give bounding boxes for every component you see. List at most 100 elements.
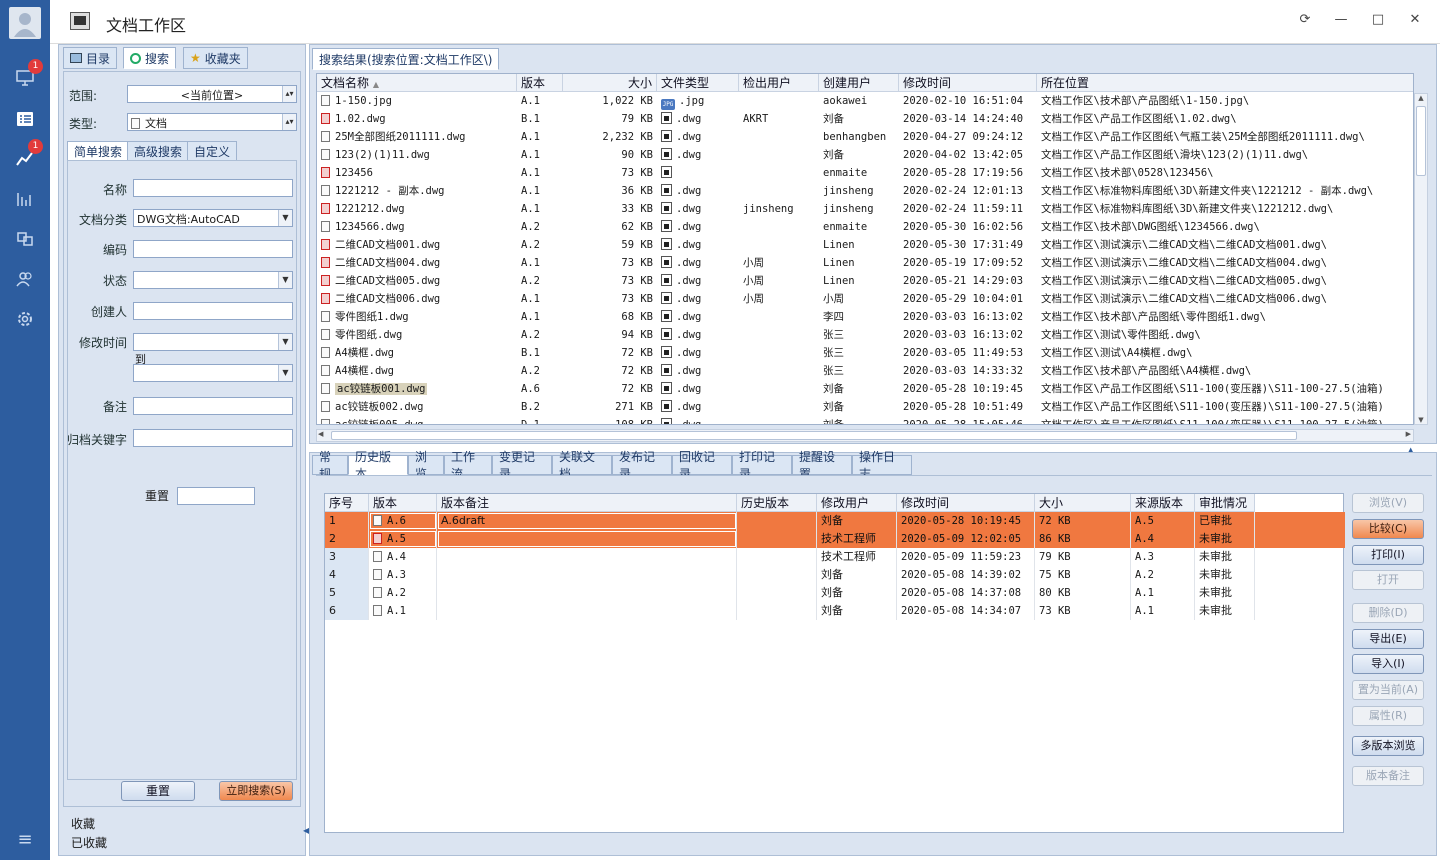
history-action-button-10[interactable]: 版本备注 <box>1352 766 1424 786</box>
minimize-icon[interactable]: — <box>1329 10 1353 30</box>
result-row[interactable]: 1-150.jpg A.1 1,022 KB JPG .jpg aokawei 2020-0… <box>317 92 1413 110</box>
history-col-3[interactable]: 历史版本 <box>737 494 817 512</box>
maximize-icon[interactable]: □ <box>1366 10 1390 30</box>
history-row[interactable]: 1 A.6 A.6draft 刘备 2020-05-28 10:19:45 72 KB A.… <box>325 512 1345 530</box>
tab-search-results[interactable]: 搜索结果(搜索位置:文档工作区\) <box>312 48 500 70</box>
col-creator[interactable]: 创建用户 <box>819 74 899 92</box>
category-select[interactable]: DWG文档:AutoCAD ▼ <box>133 209 293 227</box>
detail-tab-8[interactable]: 打印记录 <box>732 450 792 481</box>
history-row[interactable]: 5 A.2 刘备 2020-05-08 14:37:08 80 KB A.1 未审批 <box>325 584 1255 602</box>
creator-input[interactable] <box>133 302 293 320</box>
detail-tab-6[interactable]: 发布记录 <box>612 450 672 481</box>
history-row[interactable]: 6 A.1 刘备 2020-05-08 14:34:07 73 KB A.1 未审批 <box>325 602 1255 620</box>
results-vscrollbar[interactable]: ▲ ▼ <box>1414 93 1428 425</box>
result-row[interactable]: 二维CAD文档006.dwg A.1 73 KB .dwg 小周 小周 2020-05-29… <box>317 290 1413 308</box>
scroll-down-icon[interactable]: ▼ <box>1415 416 1427 424</box>
history-row[interactable]: 4 A.3 刘备 2020-05-08 14:39:02 75 KB A.2 未审批 <box>325 566 1255 584</box>
detail-tab-4[interactable]: 变更记录 <box>492 450 552 481</box>
history-row[interactable]: 2 A.5 技术工程师 2020-05-09 12:02:05 86 KB A.4 未审批 <box>325 530 1345 548</box>
history-col-6[interactable]: 大小 <box>1035 494 1131 512</box>
menu-nav-button[interactable]: ≡ <box>0 821 50 857</box>
detail-tab-7[interactable]: 回收记录 <box>672 450 732 481</box>
history-action-button-3[interactable]: 打开 <box>1352 570 1424 590</box>
result-row[interactable]: 二维CAD文档004.dwg A.1 73 KB .dwg 小周 Linen 2020-05… <box>317 254 1413 272</box>
tab-search[interactable]: 搜索 <box>123 47 177 69</box>
result-row[interactable]: 二维CAD文档005.dwg A.2 73 KB .dwg 小周 Linen 2020-05… <box>317 272 1413 290</box>
scope-select[interactable]: <当前位置> ▴▾ <box>127 85 297 103</box>
detail-tab-1[interactable]: 历史版本 <box>348 450 408 481</box>
detail-tab-2[interactable]: 浏览 <box>408 450 444 481</box>
result-row[interactable]: A4横框.dwg B.1 72 KB .dwg 张三 2020-03-05 11:49:5… <box>317 344 1413 362</box>
history-action-button-0[interactable]: 浏览(V) <box>1352 493 1424 513</box>
scroll-right-icon[interactable]: ▶ <box>1406 430 1411 438</box>
history-action-button-7[interactable]: 置为当前(A) <box>1352 680 1424 700</box>
sync-nav-button[interactable] <box>0 221 50 257</box>
history-row[interactable]: 3 A.4 技术工程师 2020-05-09 11:59:23 79 KB A.3 未审批 <box>325 548 1255 566</box>
detail-tab-10[interactable]: 操作日志 <box>852 450 912 481</box>
status-select[interactable]: ▼ <box>133 271 293 289</box>
col-path[interactable]: 所在位置 <box>1037 74 1413 92</box>
detail-tab-0[interactable]: 常规 <box>312 450 348 481</box>
tab-advanced-search[interactable]: 高级搜索 <box>127 141 190 161</box>
result-row[interactable]: 123(2)(1)11.dwg A.1 90 KB .dwg 刘备 2020-04-02 … <box>317 146 1413 164</box>
hscroll-thumb[interactable] <box>331 431 1297 440</box>
results-hscrollbar[interactable]: ◀ ▶ <box>316 429 1414 442</box>
result-row[interactable]: 1234566.dwg A.2 62 KB .dwg enmaite 2020-05-30… <box>317 218 1413 236</box>
user-avatar[interactable] <box>9 7 41 39</box>
vscroll-thumb[interactable] <box>1416 106 1426 176</box>
col-name[interactable]: 文档名称 ▲ <box>317 74 517 92</box>
result-row[interactable]: 123456 A.1 73 KB enmaite 2020-05-28 17:19:56… <box>317 164 1413 182</box>
result-row[interactable]: 零件图纸.dwg A.2 94 KB .dwg 张三 2020-03-03 16:13:0… <box>317 326 1413 344</box>
history-action-button-6[interactable]: 导入(I) <box>1352 654 1424 674</box>
result-row[interactable]: ac铰链板001.dwg A.6 72 KB .dwg 刘备 2020-05-28 10:… <box>317 380 1413 398</box>
history-col-7[interactable]: 来源版本 <box>1131 494 1195 512</box>
history-action-button-1[interactable]: 比较(C) <box>1352 519 1424 539</box>
history-col-4[interactable]: 修改用户 <box>817 494 897 512</box>
stats-nav-button[interactable] <box>0 181 50 217</box>
favorite-link[interactable]: 收藏 <box>71 815 95 832</box>
settings-nav-button[interactable] <box>0 301 50 337</box>
code-input[interactable] <box>133 240 293 258</box>
result-row[interactable]: 25M全部图纸2011111.dwg A.1 2,232 KB .dwg benhang… <box>317 128 1413 146</box>
history-action-button-5[interactable]: 导出(E) <box>1352 629 1424 649</box>
detail-tab-3[interactable]: 工作流 <box>444 450 492 481</box>
col-version[interactable]: 版本 <box>517 74 563 92</box>
col-checkout[interactable]: 检出用户 <box>739 74 819 92</box>
close-icon[interactable]: ✕ <box>1403 10 1427 30</box>
history-action-button-2[interactable]: 打印(I) <box>1352 545 1424 565</box>
history-col-1[interactable]: 版本 <box>369 494 437 512</box>
result-row[interactable]: 1221212.dwg A.1 33 KB .dwg jinsheng jinsheng 2… <box>317 200 1413 218</box>
weight-input[interactable] <box>177 487 255 505</box>
search-button[interactable]: 立即搜索(S) <box>219 781 293 801</box>
modified-to-select[interactable]: ▼ <box>133 364 293 382</box>
history-col-5[interactable]: 修改时间 <box>897 494 1035 512</box>
history-col-0[interactable]: 序号 <box>325 494 369 512</box>
col-type[interactable]: 文件类型 <box>657 74 739 92</box>
scroll-up-icon[interactable]: ▲ <box>1415 94 1427 106</box>
history-action-button-8[interactable]: 属性(R) <box>1352 706 1424 726</box>
users-nav-button[interactable] <box>0 261 50 297</box>
type-select[interactable]: 文档 ▴▾ <box>127 113 297 131</box>
result-row[interactable]: 零件图纸1.dwg A.1 68 KB .dwg 李四 2020-03-03 16:13:… <box>317 308 1413 326</box>
col-size[interactable]: 大小 <box>563 74 657 92</box>
result-row[interactable]: 1221212 - 副本.dwg A.1 36 KB .dwg jinsheng 2020… <box>317 182 1413 200</box>
history-action-button-9[interactable]: 多版本浏览 <box>1352 736 1424 756</box>
tab-simple-search[interactable]: 简单搜索 <box>67 141 130 161</box>
result-row[interactable]: ac铰链板005.dwg D.1 108 KB .dwg 刘备 2020-05-28 15… <box>317 416 1413 424</box>
result-row[interactable]: 二维CAD文档001.dwg A.2 59 KB .dwg Linen 2020-05-3… <box>317 236 1413 254</box>
result-row[interactable]: ac铰链板002.dwg B.2 271 KB .dwg 刘备 2020-05-28 10… <box>317 398 1413 416</box>
reset-button[interactable]: 重置 <box>121 781 195 801</box>
col-modified[interactable]: 修改时间 <box>899 74 1037 92</box>
modified-from-select[interactable]: ▼ <box>133 333 293 351</box>
favorited-link[interactable]: 已收藏 <box>71 834 107 851</box>
refresh-icon[interactable]: ⟳ <box>1293 10 1317 30</box>
keywords-input[interactable] <box>133 429 293 447</box>
tab-favorites[interactable]: ★ 收藏夹 <box>183 47 248 69</box>
history-col-2[interactable]: 版本备注 <box>437 494 737 512</box>
tab-custom-search[interactable]: 自定义 <box>187 141 238 161</box>
detail-tab-9[interactable]: 提醒设置 <box>792 450 852 481</box>
result-row[interactable]: A4横框.dwg A.2 72 KB .dwg 张三 2020-03-03 14:33:3… <box>317 362 1413 380</box>
tab-catalog[interactable]: 目录 <box>63 47 118 69</box>
history-col-8[interactable]: 审批情况 <box>1195 494 1255 512</box>
detail-tab-5[interactable]: 关联文档 <box>552 450 612 481</box>
